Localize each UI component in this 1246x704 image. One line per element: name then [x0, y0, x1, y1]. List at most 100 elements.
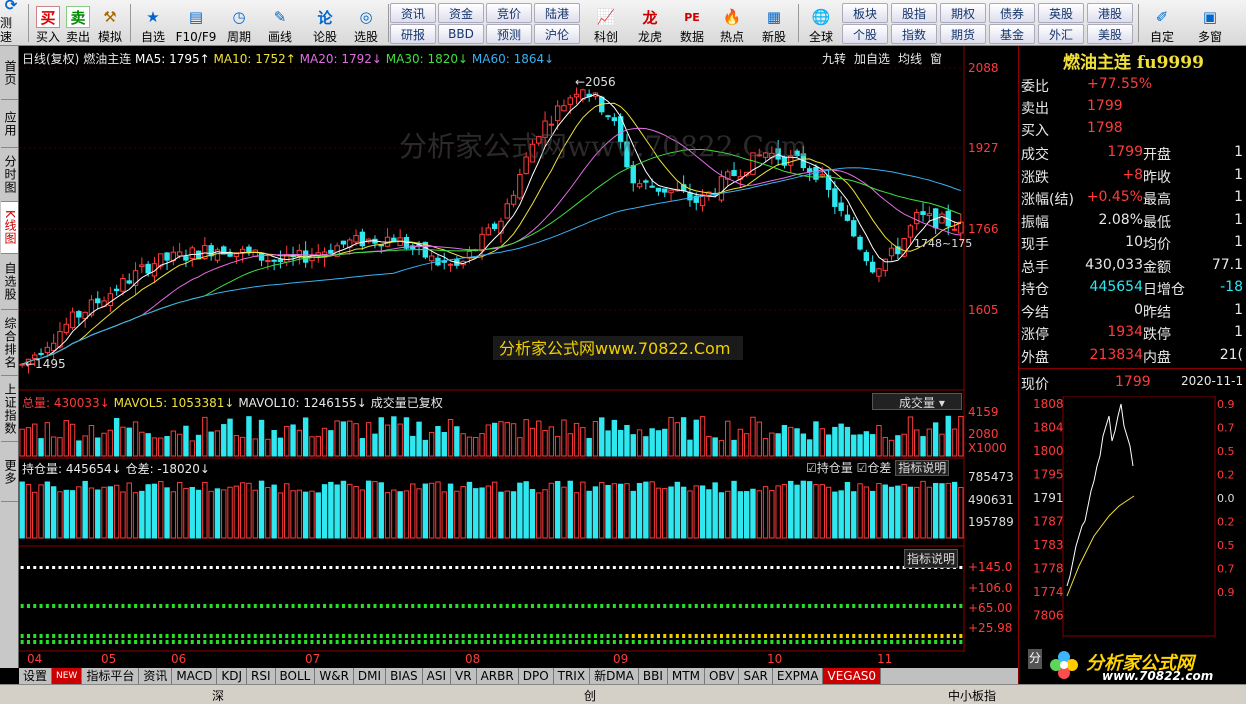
quick-us[interactable]: 美股 — [1087, 24, 1133, 44]
add-watch-button[interactable]: 加自选 — [854, 50, 890, 67]
quick-hk[interactable]: 陆港 — [534, 3, 580, 23]
indicator-tab[interactable]: 设置 — [19, 668, 53, 684]
volume-bar — [32, 423, 38, 457]
oi-bar — [19, 481, 25, 539]
indicator-tab[interactable]: MACD — [172, 668, 218, 684]
mini-tab[interactable]: 分 — [1028, 649, 1042, 669]
indicator-tab[interactable]: MTM — [668, 668, 705, 684]
indicator-tab[interactable]: EXPMA — [773, 668, 824, 684]
quick-funds[interactable]: 基金 — [989, 24, 1035, 44]
ma-button[interactable]: 均线 — [898, 50, 922, 67]
quick-bond[interactable]: 债券 — [989, 3, 1035, 23]
tab-timeshare[interactable]: 分时图 — [1, 148, 18, 202]
quote-grid-row: 振幅 2.08% 最低 1 — [1021, 210, 1246, 232]
hot-button[interactable]: 🔥 热点 — [716, 2, 748, 44]
quick-bbd[interactable]: BBD — [438, 24, 484, 44]
volume-selector[interactable]: 成交量 ▾ — [872, 393, 962, 410]
indicator-tab[interactable]: VR — [451, 668, 477, 684]
custom-button[interactable]: ✐ 自定 — [1142, 2, 1182, 44]
indicator-tab[interactable]: 指标平台 — [82, 668, 140, 684]
oi-bar — [951, 481, 958, 539]
indicator-tab[interactable]: TRIX — [554, 668, 591, 684]
multiwindow-button[interactable]: ▣ 多窗 — [1188, 2, 1232, 44]
indicator-tab[interactable]: ASI — [423, 668, 452, 684]
oi-diff-checkbox[interactable]: ☑ — [857, 461, 868, 475]
data-button[interactable]: PE 数据 — [676, 2, 708, 45]
indicator-tab[interactable]: BIAS — [386, 668, 423, 684]
window-button[interactable]: 窗 — [930, 50, 942, 67]
indicator-tab[interactable]: BBI — [639, 668, 668, 684]
indicator-tab[interactable]: KDJ — [217, 668, 248, 684]
ipo-button[interactable]: ▦ 新股 — [758, 2, 790, 44]
quick-stock[interactable]: 个股 — [842, 24, 888, 44]
indicator-tab[interactable]: ARBR — [477, 668, 519, 684]
oi-bar — [857, 483, 863, 539]
indicator-tab[interactable]: VEGAS0 — [823, 668, 882, 684]
indicator-tab[interactable]: OBV — [705, 668, 740, 684]
quick-sector[interactable]: 板块 — [842, 3, 888, 23]
f10-button[interactable]: ▤ F10/F9 — [172, 2, 220, 44]
volume-bar — [126, 427, 132, 457]
dragon-button[interactable]: 龙龙虎 — [634, 2, 666, 45]
oi-bar — [214, 488, 221, 539]
quick-futures[interactable]: 期货 — [940, 24, 986, 44]
global-button[interactable]: 🌐 全球 — [803, 2, 839, 44]
quick-hkstock[interactable]: 港股 — [1087, 3, 1133, 23]
candle-body — [340, 240, 347, 245]
indicator-tab[interactable]: RSI — [247, 668, 276, 684]
quick-forecast[interactable]: 预测 — [486, 24, 532, 44]
candle-body — [176, 251, 183, 257]
quick-forex[interactable]: 外汇 — [1038, 24, 1084, 44]
simulate-button[interactable]: ⚒ 模拟 — [95, 2, 125, 44]
oi-checkbox[interactable]: ☑ — [806, 461, 817, 475]
quick-london[interactable]: 沪伦 — [534, 24, 580, 44]
quick-index[interactable]: 指数 — [891, 24, 937, 44]
quick-index-future[interactable]: 股指 — [891, 3, 937, 23]
volume-bar — [624, 424, 630, 457]
chart-area[interactable]: 2088 1927 1766 1605 ←2056 ←1495 1748~175 分析家公式网… — [19, 46, 1018, 668]
oi-help-button[interactable]: 指标说明 — [895, 460, 950, 476]
draw-button[interactable]: ✎ 画线 — [262, 2, 298, 44]
tab-home[interactable]: 首页 — [1, 46, 18, 100]
indicator-tab[interactable]: SAR — [739, 668, 773, 684]
tab-watchlist[interactable]: 自选股 — [1, 254, 18, 310]
period-button[interactable]: ◷ 周期 — [222, 2, 256, 44]
indicator-dot-bottom — [701, 634, 705, 638]
speed-button[interactable]: ⟳ 测速 — [0, 0, 22, 44]
indicator-tab[interactable]: 资讯 — [139, 668, 173, 684]
quick-auction[interactable]: 竞价 — [486, 3, 532, 23]
nine-turn-button[interactable]: 九转 — [822, 50, 846, 67]
tab-ranking[interactable]: 综合排名 — [1, 310, 18, 376]
discuss-button[interactable]: 论论股 — [308, 2, 342, 45]
oi-bar — [473, 488, 479, 539]
indicator-dot-white — [537, 566, 541, 569]
indicator-tab[interactable]: 新DMA — [590, 668, 639, 684]
indicator-tab[interactable]: DMI — [354, 668, 387, 684]
indicator-dot-bottom — [335, 634, 339, 638]
indicator-dot-bottom — [814, 634, 818, 638]
indicator-tab[interactable]: W&R — [315, 668, 354, 684]
quick-fund[interactable]: 资金 — [438, 3, 484, 23]
watchlist-button[interactable]: ★ 自选 — [137, 2, 169, 44]
quick-option[interactable]: 期权 — [940, 3, 986, 23]
intraday-mini-chart[interactable]: 1808 1804 1800 1795 1791 1787 1783 1778 1774 7806… — [1019, 396, 1245, 686]
stockpick-button[interactable]: ◎ 选股 — [348, 2, 384, 44]
tab-kline[interactable]: K线图 — [1, 202, 18, 254]
buy-button[interactable]: 买买入 — [34, 2, 62, 44]
quick-report[interactable]: 研报 — [390, 24, 436, 44]
indicator-tab[interactable]: BOLL — [276, 668, 316, 684]
indicator-tab[interactable]: DPO — [519, 668, 554, 684]
oi-bar — [391, 489, 397, 539]
indicator-dot-green — [341, 604, 345, 608]
tab-sh-index[interactable]: 上证指数 — [1, 376, 18, 442]
kechuang-button[interactable]: 📈 科创 — [590, 2, 622, 44]
indicator-dot-bottom2 — [505, 640, 509, 644]
indicator-help-button[interactable]: 指标说明 — [904, 549, 959, 568]
tab-apps[interactable]: 应用 — [1, 100, 18, 148]
sell-button[interactable]: 卖卖出 — [64, 2, 92, 44]
quick-news[interactable]: 资讯 — [390, 3, 436, 23]
quick-uk[interactable]: 英股 — [1038, 3, 1084, 23]
tab-more[interactable]: 更多 — [1, 442, 18, 502]
volume-bar — [378, 417, 384, 457]
indicator-dot-bottom — [461, 634, 465, 638]
